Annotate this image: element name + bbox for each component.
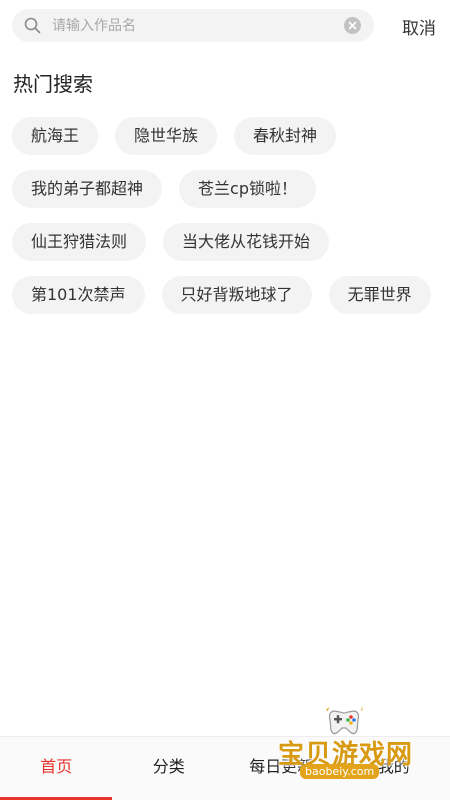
bottom-nav: 首页 分类 每日更新 我的 — [0, 736, 450, 800]
hot-tag[interactable]: 隐世华族 — [115, 117, 218, 155]
clear-icon[interactable] — [344, 17, 361, 34]
hot-tag[interactable]: 苍兰cp锁啦！ — [179, 170, 316, 208]
hot-tag[interactable]: 当大佬从花钱开始 — [163, 223, 330, 261]
cancel-button[interactable]: 取消 — [392, 14, 446, 39]
nav-item-home[interactable]: 首页 — [0, 737, 113, 800]
search-bar[interactable] — [12, 9, 374, 42]
search-input[interactable] — [52, 9, 332, 42]
hot-tag[interactable]: 春秋封神 — [234, 117, 337, 155]
hot-tag[interactable]: 我的弟子都超神 — [12, 170, 163, 208]
search-icon — [24, 17, 41, 34]
hot-tag[interactable]: 无罪世界 — [328, 276, 431, 314]
hot-search-tags: 航海王 隐世华族 春秋封神 我的弟子都超神 苍兰cp锁啦！ 仙王狩猎法则 当大佬… — [12, 117, 442, 314]
gamepad-icon — [326, 706, 363, 735]
hot-tag[interactable]: 第101次禁声 — [12, 276, 145, 314]
nav-item-mine[interactable]: 我的 — [338, 737, 450, 800]
nav-item-daily-update[interactable]: 每日更新 — [225, 737, 338, 800]
hot-search-title: 热门搜索 — [13, 72, 93, 96]
hot-tag[interactable]: 只好背叛地球了 — [161, 276, 312, 314]
hot-tag[interactable]: 航海王 — [12, 117, 99, 155]
hot-tag[interactable]: 仙王狩猎法则 — [12, 223, 147, 261]
nav-item-category[interactable]: 分类 — [113, 737, 226, 800]
